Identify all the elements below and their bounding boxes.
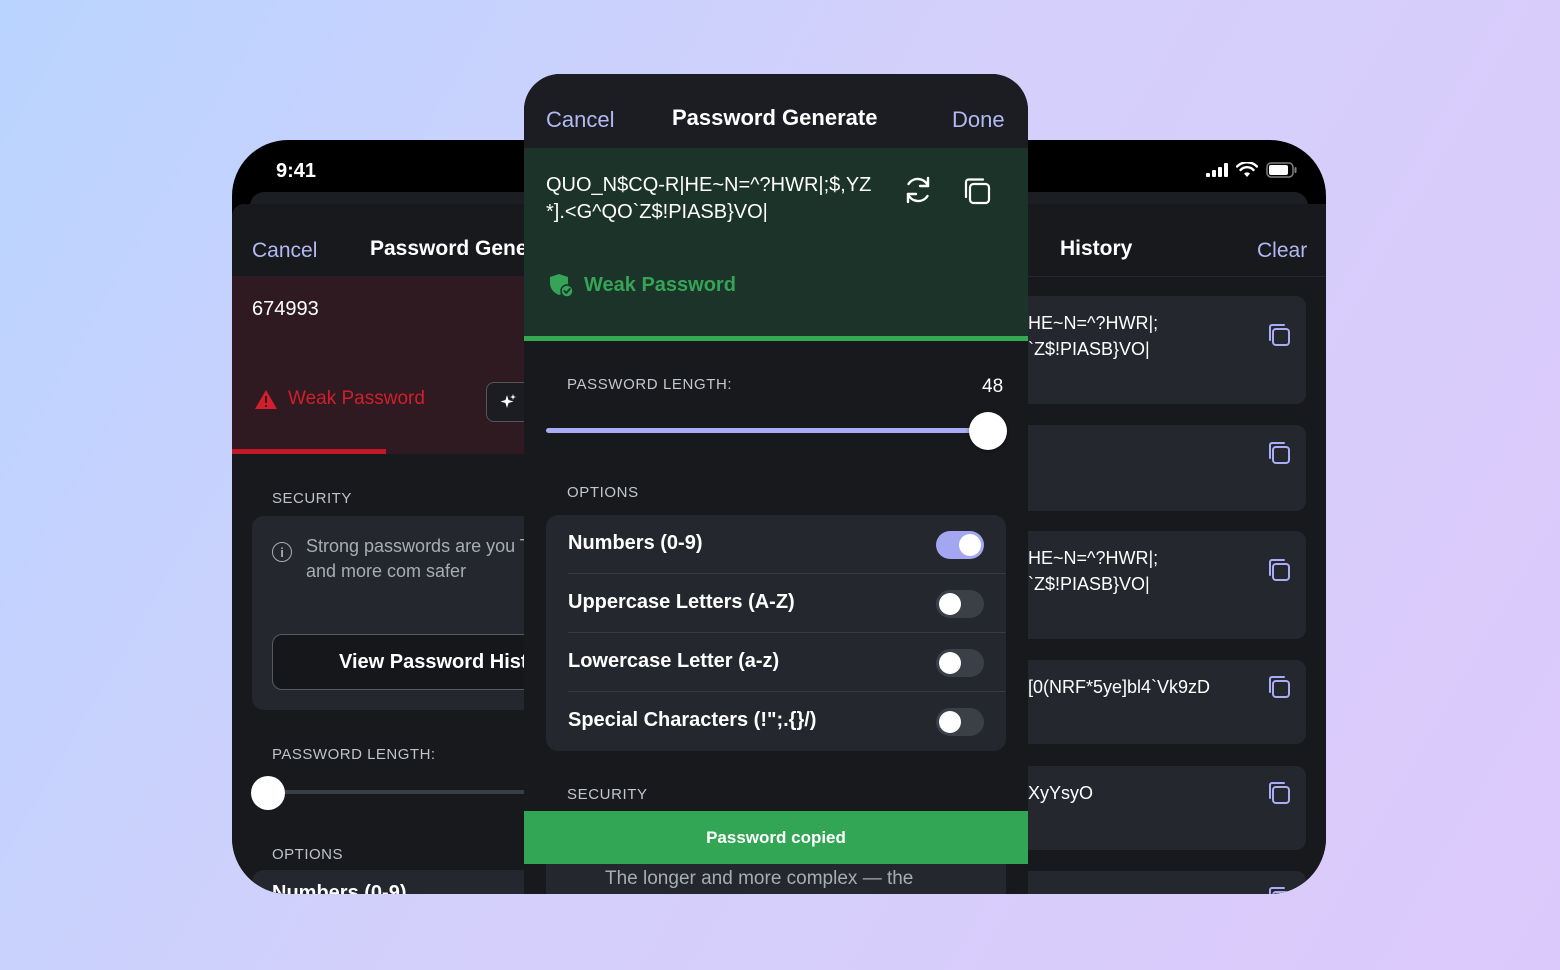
copy-icon[interactable] bbox=[1266, 780, 1292, 806]
history-title: History bbox=[1060, 237, 1133, 260]
password-hero: QUO_N$CQ-R|HE~N=^?HWR|;$,YZ*].<G^QO`Z$!P… bbox=[524, 148, 1028, 338]
option-label: Special Characters (!";.{}/) bbox=[568, 709, 817, 731]
history-item bbox=[1022, 425, 1306, 511]
copy-icon[interactable] bbox=[1266, 440, 1292, 466]
length-slider-track[interactable] bbox=[546, 428, 990, 433]
toggle-knob bbox=[959, 534, 981, 556]
cancel-button[interactable]: Cancel bbox=[546, 107, 614, 133]
length-slider-thumb[interactable] bbox=[251, 776, 285, 810]
nav-title: Password Gene bbox=[370, 237, 528, 260]
copy-icon[interactable] bbox=[1266, 557, 1292, 583]
option-numbers: Numbers (0-9) bbox=[546, 515, 1006, 574]
strength-label: Weak Password bbox=[584, 273, 736, 296]
clear-button[interactable]: Clear bbox=[1257, 239, 1307, 263]
left-generator-panel: Cancel Password Gene 674993 Weak Passwor… bbox=[232, 204, 532, 894]
strength-label: Weak Password bbox=[288, 388, 425, 409]
options-section-label: OPTIONS bbox=[272, 846, 344, 863]
password-generate-sheet: Cancel Password Generate Done QUO_N$CQ-R… bbox=[524, 74, 1028, 894]
option-lowercase: Lowercase Letter (a-z) bbox=[546, 633, 1006, 692]
strength-bar bbox=[232, 449, 386, 454]
length-value: 48 bbox=[982, 376, 1004, 397]
history-item: HE~N=^?HWR|; `Z$!PIASB}VO| bbox=[1022, 531, 1306, 639]
password-hero: 674993 Weak Password bbox=[232, 276, 532, 454]
history-item: XyYsyO bbox=[1022, 766, 1306, 850]
warning-icon bbox=[255, 389, 277, 409]
toggle-knob bbox=[939, 593, 961, 615]
length-slider-track[interactable] bbox=[268, 790, 532, 794]
security-info-card: i Strong passwords are you The longer an… bbox=[252, 516, 532, 710]
copied-toast: Password copied bbox=[524, 811, 1028, 864]
wifi-icon bbox=[1236, 162, 1258, 177]
view-history-button[interactable]: View Password Histo bbox=[272, 634, 532, 690]
history-password: HE~N=^?HWR|; `Z$!PIASB}VO| bbox=[1028, 313, 1159, 359]
copy-icon[interactable] bbox=[1266, 322, 1292, 348]
sheet-nav-bar: Cancel Password Generate Done bbox=[524, 74, 1028, 148]
history-password: HE~N=^?HWR|; `Z$!PIASB}VO| bbox=[1028, 548, 1159, 594]
numbers-toggle[interactable] bbox=[936, 531, 984, 559]
generated-password: 674993 bbox=[252, 298, 319, 320]
copy-icon[interactable] bbox=[962, 176, 992, 206]
option-label: Numbers (0-9) bbox=[568, 532, 703, 554]
option-label: Uppercase Letters (A-Z) bbox=[568, 591, 795, 613]
divider bbox=[1022, 276, 1326, 277]
options-card: Numbers (0-9) bbox=[252, 870, 532, 894]
history-item: HE~N=^?HWR|; `Z$!PIASB}VO| bbox=[1022, 296, 1306, 404]
options-card: Numbers (0-9) Uppercase Letters (A-Z) Lo… bbox=[546, 515, 1006, 751]
special-characters-toggle[interactable] bbox=[936, 708, 984, 736]
history-item: [0(NRF*5ye]bl4`Vk9zD bbox=[1022, 660, 1306, 744]
toggle-knob bbox=[939, 652, 961, 674]
option-uppercase: Uppercase Letters (A-Z) bbox=[546, 574, 1006, 633]
battery-icon bbox=[1266, 162, 1297, 178]
security-section-label: SECURITY bbox=[567, 786, 648, 803]
option-numbers-label: Numbers (0-9) bbox=[272, 882, 407, 894]
signal-icon bbox=[1206, 163, 1228, 177]
generated-password: QUO_N$CQ-R|HE~N=^?HWR|;$,YZ*].<G^QO`Z$!P… bbox=[546, 174, 872, 223]
history-item bbox=[1022, 871, 1306, 894]
length-section-label: PASSWORD LENGTH: bbox=[272, 746, 436, 763]
cancel-button[interactable]: Cancel bbox=[252, 239, 317, 263]
history-panel: History Clear HE~N=^?HWR|; `Z$!PIASB}VO|… bbox=[1022, 204, 1326, 894]
security-info-text: Strong passwords are you The longer and … bbox=[306, 536, 532, 581]
options-section-label: OPTIONS bbox=[567, 484, 639, 501]
history-password: [0(NRF*5ye]bl4`Vk9zD bbox=[1028, 677, 1211, 697]
option-special: Special Characters (!";.{}/) bbox=[546, 692, 1006, 751]
copy-icon[interactable] bbox=[1266, 885, 1292, 894]
refresh-icon[interactable] bbox=[902, 174, 934, 206]
strength-indicator: Weak Password bbox=[548, 272, 736, 298]
security-info-text: The longer and more complex — the bbox=[605, 868, 914, 889]
security-section-label: SECURITY bbox=[272, 490, 352, 507]
done-button[interactable]: Done bbox=[952, 107, 1005, 133]
toggle-knob bbox=[939, 711, 961, 733]
copy-icon[interactable] bbox=[1266, 674, 1292, 700]
lowercase-toggle[interactable] bbox=[936, 649, 984, 677]
sheet-title: Password Generate bbox=[672, 105, 878, 130]
strength-indicator: Weak Password bbox=[254, 388, 425, 410]
length-slider-thumb[interactable] bbox=[969, 412, 1007, 450]
strength-bar bbox=[524, 336, 1028, 341]
status-time: 9:41 bbox=[276, 160, 317, 182]
uppercase-toggle[interactable] bbox=[936, 590, 984, 618]
history-password: XyYsyO bbox=[1028, 783, 1094, 803]
length-section-label: PASSWORD LENGTH: bbox=[567, 376, 733, 393]
status-icons bbox=[1206, 162, 1298, 178]
info-icon: i bbox=[272, 542, 292, 562]
option-label: Lowercase Letter (a-z) bbox=[568, 650, 780, 672]
sparkle-icon bbox=[500, 394, 516, 408]
shield-check-icon bbox=[550, 274, 574, 298]
